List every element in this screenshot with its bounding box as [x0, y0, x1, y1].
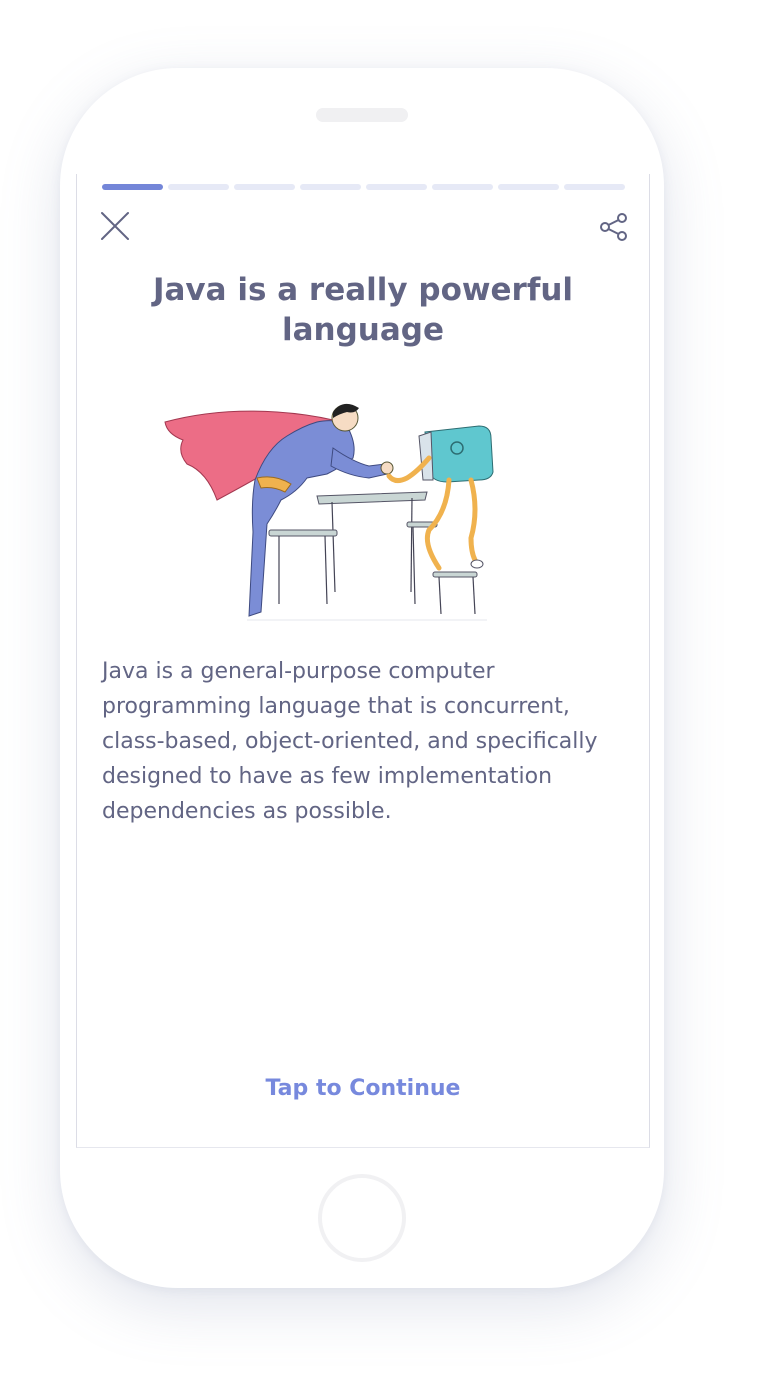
share-icon — [600, 213, 627, 241]
tap-to-continue-button[interactable]: Tap to Continue — [77, 1076, 649, 1101]
phone-speaker — [316, 108, 408, 122]
lesson-screen[interactable]: Java is a really powerful language Java … — [76, 174, 650, 1148]
progress-segment — [300, 184, 361, 190]
progress-segment — [366, 184, 427, 190]
progress-segment — [498, 184, 559, 190]
progress-segment — [234, 184, 295, 190]
share-button[interactable] — [599, 212, 629, 242]
lesson-title: Java is a really powerful language — [152, 272, 574, 348]
phone-home-button[interactable] — [318, 1174, 406, 1262]
lesson-body-text: Java is a general-purpose computer progr… — [102, 659, 598, 824]
progress-segment — [102, 184, 163, 190]
phone-frame: Java is a really powerful language Java … — [60, 68, 664, 1288]
progress-segment — [168, 184, 229, 190]
close-button[interactable] — [99, 210, 131, 242]
progress-segment — [432, 184, 493, 190]
lesson-progress-bar — [102, 184, 625, 190]
progress-segment — [564, 184, 625, 190]
close-icon — [101, 212, 129, 240]
lesson-illustration — [157, 392, 517, 624]
